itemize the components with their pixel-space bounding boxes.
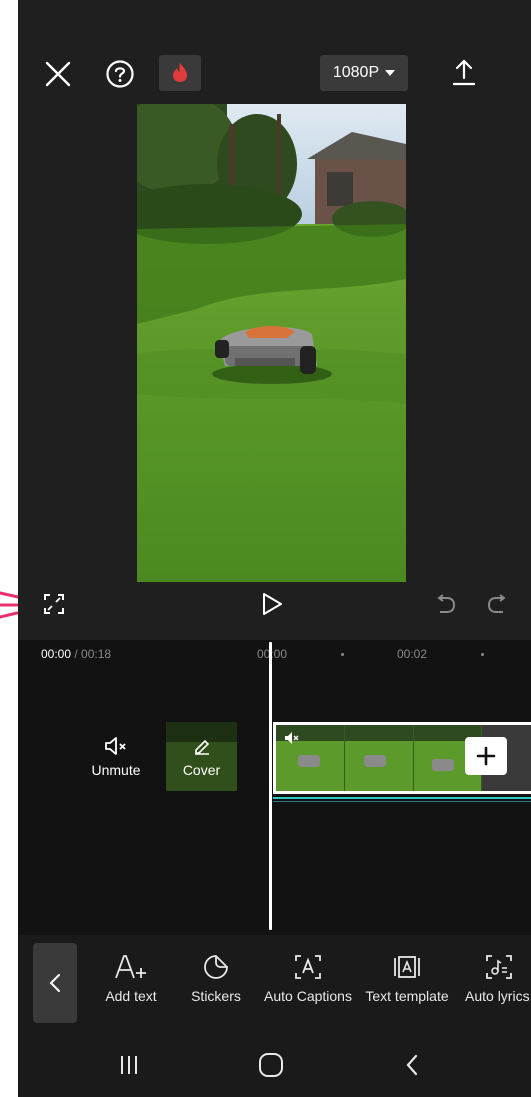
fullscreen-icon	[44, 594, 64, 614]
cover-label: Cover	[182, 762, 221, 778]
close-button[interactable]	[40, 58, 76, 90]
nav-recents-button[interactable]	[114, 1052, 144, 1078]
ruler-tick-label: 00:02	[397, 647, 428, 661]
time-readout: 00:00 / 00:18	[41, 647, 111, 661]
auto-captions-icon	[262, 952, 354, 982]
cover-thumbnail	[166, 722, 237, 791]
ruler-dot	[341, 653, 344, 656]
help-icon	[106, 60, 134, 88]
unmute-button[interactable]: Unmute	[84, 736, 148, 778]
flame-icon	[173, 63, 187, 82]
resolution-dropdown[interactable]: 1080P	[320, 55, 408, 91]
back-icon	[406, 1054, 418, 1076]
add-clip-button[interactable]	[465, 737, 507, 775]
pencil-icon	[195, 739, 210, 755]
cover-button[interactable]: Cover	[166, 722, 237, 791]
nav-home-button[interactable]	[256, 1050, 286, 1080]
ruler-dot	[481, 653, 484, 656]
undo-icon	[437, 594, 456, 613]
clip-muted-icon	[285, 732, 299, 744]
tool-add-text[interactable]: Add text	[102, 952, 160, 1004]
add-text-icon	[102, 952, 160, 982]
chevron-left-icon	[49, 974, 60, 992]
tool-auto-captions[interactable]: Auto Captions	[262, 952, 354, 1004]
ruler-tick-label: 00:00	[257, 647, 288, 661]
tool-auto-lyrics[interactable]: Auto lyrics	[462, 952, 531, 1004]
sticker-icon	[188, 952, 244, 982]
toolbar-back-button[interactable]	[33, 943, 77, 1023]
resolution-label: 1080P	[332, 64, 380, 81]
redo-button[interactable]	[484, 592, 510, 618]
tool-label: Auto Captions	[264, 988, 352, 1004]
caret-down-icon	[385, 70, 396, 76]
playhead[interactable]	[269, 642, 272, 930]
audio-track-line	[273, 801, 531, 802]
export-button[interactable]	[446, 56, 482, 88]
plus-icon	[476, 746, 496, 766]
help-button[interactable]	[102, 56, 138, 92]
video-preview[interactable]	[137, 104, 406, 582]
play-icon	[263, 593, 282, 615]
tool-label: Add text	[105, 988, 157, 1004]
unmute-label: Unmute	[91, 762, 141, 778]
editor-screen: 1080P 00:00 / 00:18 00:00 00:02 Unmute C…	[18, 0, 531, 1097]
fullscreen-button[interactable]	[40, 590, 68, 618]
total-time: / 00:18	[71, 647, 112, 661]
current-time: 00:00	[41, 647, 72, 661]
recents-icon	[121, 1056, 137, 1074]
home-icon	[259, 1053, 283, 1077]
pro-button[interactable]	[159, 55, 201, 91]
tool-stickers[interactable]: Stickers	[188, 952, 244, 1004]
redo-icon	[487, 594, 506, 613]
audio-track-line	[273, 797, 531, 799]
close-icon	[45, 61, 71, 87]
nav-back-button[interactable]	[399, 1052, 425, 1078]
upload-icon	[452, 59, 476, 86]
tool-text-template[interactable]: Text template	[363, 952, 451, 1004]
undo-button[interactable]	[433, 592, 459, 618]
speaker-muted-icon	[105, 737, 126, 755]
tool-label: Stickers	[191, 988, 241, 1004]
play-button[interactable]	[258, 590, 286, 618]
tool-label: Auto lyrics	[465, 988, 530, 1004]
auto-lyrics-icon	[462, 952, 531, 982]
text-template-icon	[363, 952, 451, 982]
lawn-mower-video-frame	[137, 104, 406, 582]
tool-label: Text template	[365, 988, 449, 1004]
